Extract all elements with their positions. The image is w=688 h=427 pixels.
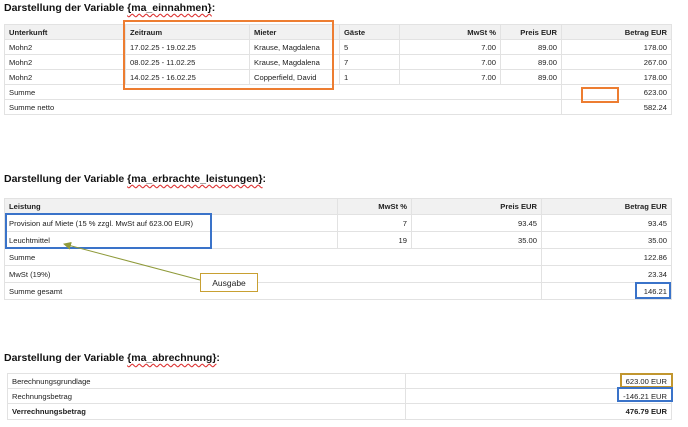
- variable-name: {ma_einnahmen}: [127, 2, 212, 14]
- cell-label: Berechnungsgrundlage: [7, 373, 406, 389]
- cell-value: -146.21 EUR: [405, 388, 672, 404]
- table-row: Mohn2 17.02.25 - 19.02.25 Krause, Magdal…: [4, 39, 672, 55]
- cell-preis: 89.00: [500, 69, 562, 85]
- summe-row: Summe 122.86: [4, 248, 672, 266]
- gesamt-row: Summe gesamt 146.21: [4, 282, 672, 300]
- section2-heading: Darstellung der Variable {ma_erbrachte_l…: [4, 173, 267, 185]
- cell-unterkunft: Mohn2: [4, 69, 126, 85]
- cell-betrag: 93.45: [541, 214, 672, 232]
- mwst-label: MwSt (19%): [4, 265, 542, 283]
- total-value: 476.79 EUR: [405, 403, 672, 420]
- cell-betrag: 267.00: [561, 54, 672, 70]
- cell-label: Rechnungsbetrag: [7, 388, 406, 404]
- cell-zeitraum: 14.02.25 - 16.02.25: [125, 69, 250, 85]
- cell-mieter: Copperfield, David: [249, 69, 340, 85]
- cell-zeitraum: 08.02.25 - 11.02.25: [125, 54, 250, 70]
- cell-betrag: 35.00: [541, 231, 672, 249]
- cell-betrag: 178.00: [561, 39, 672, 55]
- gesamt-label: Summe gesamt: [4, 282, 542, 300]
- cell-mwst: 19: [337, 231, 412, 249]
- variable-name: {ma_erbrachte_leistungen}: [127, 173, 263, 185]
- cell-preis: 89.00: [500, 39, 562, 55]
- cell-preis: 93.45: [411, 214, 542, 232]
- table-row: Berechnungsgrundlage 623.00 EUR: [7, 373, 672, 389]
- summe-label: Summe: [4, 84, 562, 100]
- total-label: Verrechnungsbetrag: [7, 403, 406, 420]
- cell-mwst: 7.00: [399, 54, 501, 70]
- mwst-row: MwSt (19%) 23.34: [4, 265, 672, 283]
- cell-gaeste: 7: [339, 54, 400, 70]
- col-betrag: Betrag EUR: [561, 24, 672, 40]
- table-row: Mohn2 08.02.25 - 11.02.25 Krause, Magdal…: [4, 54, 672, 70]
- cell-unterkunft: Mohn2: [4, 39, 126, 55]
- cell-gaeste: 1: [339, 69, 400, 85]
- table-row: Mohn2 14.02.25 - 16.02.25 Copperfield, D…: [4, 69, 672, 85]
- ausgabe-callout: Ausgabe: [200, 273, 258, 292]
- col-betrag: Betrag EUR: [541, 198, 672, 215]
- cell-leistung: Provision auf Miete (15 % zzgl. MwSt auf…: [4, 214, 338, 232]
- leistungen-table: Leistung MwSt % Preis EUR Betrag EUR Pro…: [4, 198, 672, 300]
- cell-zeitraum: 17.02.25 - 19.02.25: [125, 39, 250, 55]
- cell-betrag: 178.00: [561, 69, 672, 85]
- col-zeitraum: Zeitraum: [125, 24, 250, 40]
- abrechnung-table: Berechnungsgrundlage 623.00 EUR Rechnung…: [7, 373, 672, 420]
- cell-mwst: 7.00: [399, 39, 501, 55]
- gesamt-value: 146.21: [541, 282, 672, 300]
- col-preis: Preis EUR: [411, 198, 542, 215]
- cell-leistung: Leuchtmittel: [4, 231, 338, 249]
- cell-gaeste: 5: [339, 39, 400, 55]
- callout-label: Ausgabe: [212, 277, 246, 288]
- einnahmen-table: Unterkunft Zeitraum Mieter Gäste MwSt % …: [4, 24, 672, 115]
- table-row: Provision auf Miete (15 % zzgl. MwSt auf…: [4, 214, 672, 232]
- cell-mwst: 7: [337, 214, 412, 232]
- cell-mwst: 7.00: [399, 69, 501, 85]
- col-mwst: MwSt %: [399, 24, 501, 40]
- cell-preis: 89.00: [500, 54, 562, 70]
- summe-label: Summe: [4, 248, 542, 266]
- col-leistung: Leistung: [4, 198, 338, 215]
- netto-label: Summe netto: [4, 99, 562, 115]
- netto-value: 582.24: [561, 99, 672, 115]
- summe-row: Summe 623.00: [4, 84, 672, 100]
- section1-heading: Darstellung der Variable {ma_einnahmen}:: [4, 2, 216, 14]
- cell-preis: 35.00: [411, 231, 542, 249]
- col-gaeste: Gäste: [339, 24, 400, 40]
- col-unterkunft: Unterkunft: [4, 24, 126, 40]
- cell-mieter: Krause, Magdalena: [249, 54, 340, 70]
- mwst-value: 23.34: [541, 265, 672, 283]
- section3-heading: Darstellung der Variable {ma_abrechnung}…: [4, 352, 220, 364]
- variable-name: {ma_abrechnung}: [127, 352, 217, 364]
- cell-mieter: Krause, Magdalena: [249, 39, 340, 55]
- col-preis: Preis EUR: [500, 24, 562, 40]
- cell-unterkunft: Mohn2: [4, 54, 126, 70]
- col-mieter: Mieter: [249, 24, 340, 40]
- col-mwst: MwSt %: [337, 198, 412, 215]
- table-row: Leuchtmittel 19 35.00 35.00: [4, 231, 672, 249]
- summe-value: 623.00: [561, 84, 672, 100]
- total-row: Verrechnungsbetrag 476.79 EUR: [7, 403, 672, 420]
- netto-row: Summe netto 582.24: [4, 99, 672, 115]
- table-row: Rechnungsbetrag -146.21 EUR: [7, 388, 672, 404]
- summe-value: 122.86: [541, 248, 672, 266]
- cell-value: 623.00 EUR: [405, 373, 672, 389]
